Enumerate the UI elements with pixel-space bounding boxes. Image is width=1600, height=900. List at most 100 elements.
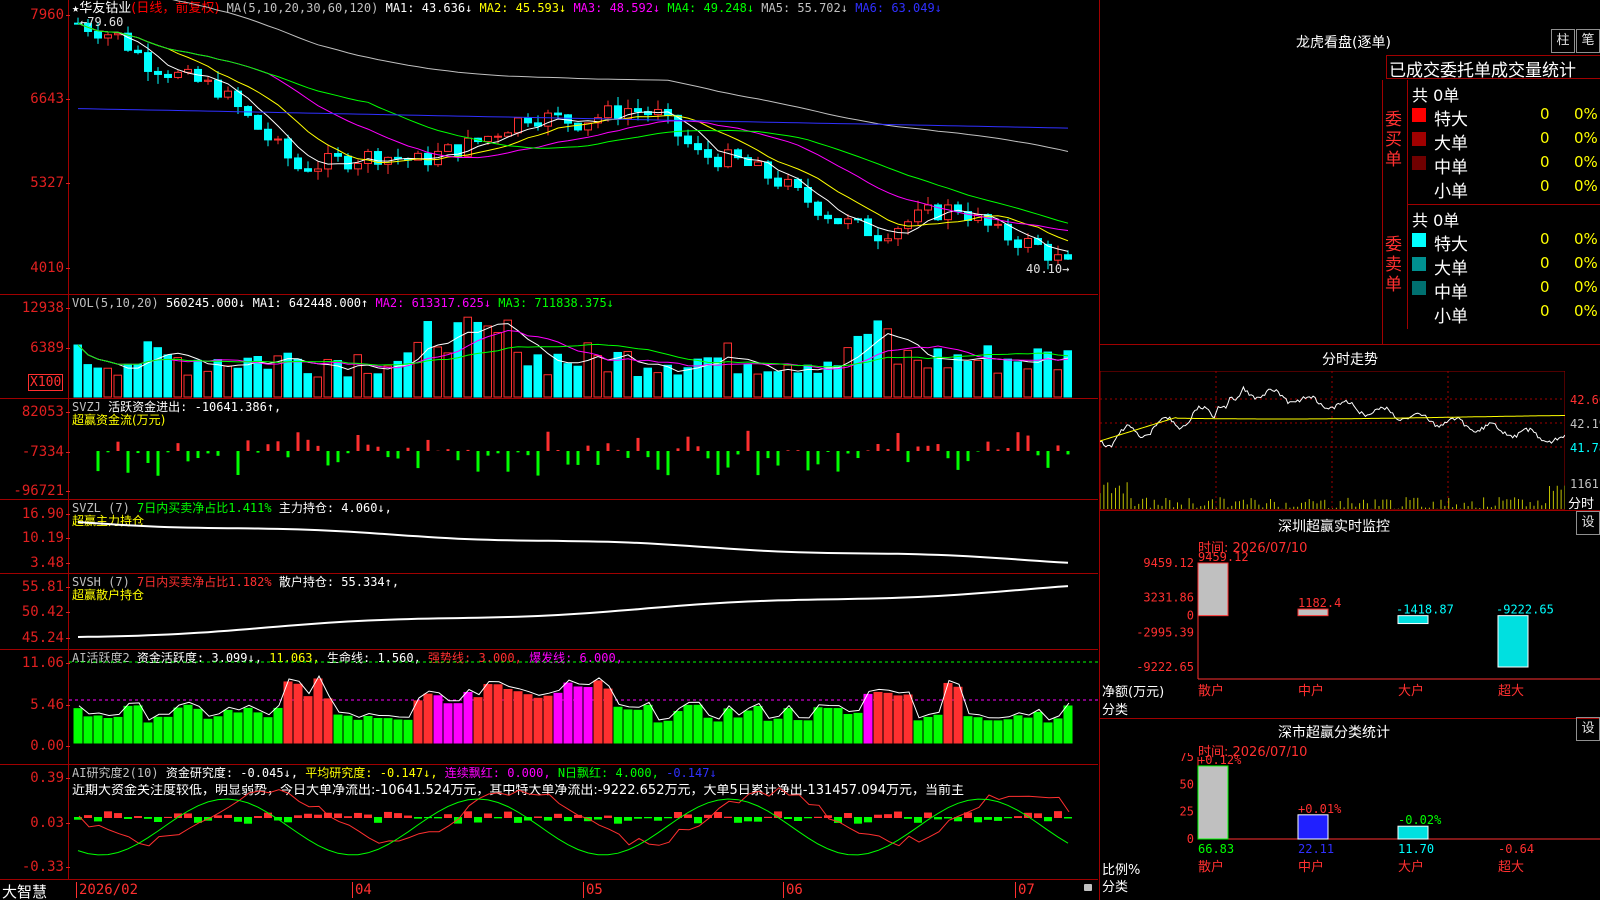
volume-bar	[733, 373, 742, 398]
intraday-panel[interactable]: 分时走势 42.60 42.19 41.78 1161 分时	[1099, 345, 1600, 512]
fund-flow-bar	[286, 451, 290, 458]
research-bar	[84, 815, 92, 818]
candlestick-chart	[74, 0, 1072, 270]
tick-mode-button[interactable]: 笔	[1576, 29, 1600, 53]
svzl-pane[interactable]: 16.90 10.19 3.48 SVZL (7) 7日内买卖净占比1.411%…	[0, 500, 1098, 574]
fund-flow-bar	[356, 434, 360, 451]
activity-bar	[383, 718, 393, 744]
sell-row-percent: 0%	[1574, 254, 1598, 272]
candle-body	[614, 105, 622, 120]
longhu-tabs[interactable]: 已成交委托单成交量统计	[1386, 55, 1600, 79]
fund-flow-bar	[516, 451, 520, 453]
stat-category: 超大	[1498, 860, 1524, 875]
research-bar	[994, 817, 1002, 821]
svsh-pane[interactable]: 55.81 50.42 45.24 SVSH (7) 7日内买卖净占比1.182…	[0, 574, 1098, 650]
ai-research-pane[interactable]: 0.39 0.03 -0.33 AI研究度2(10) 资金研究度: -0.045…	[0, 765, 1098, 880]
sell-row-swatch	[1412, 257, 1426, 271]
research-bar	[644, 817, 652, 819]
activity-bar	[493, 684, 503, 744]
activity-bar	[193, 708, 203, 744]
date-label: 05	[583, 882, 603, 898]
ai-research-tick: -0.33	[21, 859, 71, 875]
candle-body	[514, 117, 522, 134]
activity-bar	[683, 704, 693, 744]
svzj-pane[interactable]: 82053 -7334 -96721 SVZJ 活跃资金进出: -10641.3…	[0, 399, 1098, 500]
research-bar	[1044, 817, 1052, 822]
volume-unit: X100	[28, 374, 64, 391]
price-pane[interactable]: 7960 6643 5327 4010 ★华友钴业(日线，前复权) MA(5,1…	[0, 0, 1098, 295]
ai-activity-tick: 11.06	[21, 655, 71, 671]
volume-bar	[383, 365, 392, 398]
research-bar	[744, 817, 752, 822]
stat-value: 22.11	[1298, 842, 1334, 856]
fund-flow-bar	[716, 451, 720, 475]
fund-flow-bar	[706, 451, 710, 459]
volume-bar	[1013, 361, 1022, 398]
volume-bar	[93, 367, 102, 398]
fund-flow-bar	[656, 451, 660, 470]
stat-change-label: -0.02%	[1398, 813, 1442, 827]
fund-flow-bar	[976, 451, 980, 452]
candle-body	[294, 157, 302, 170]
fund-flow-bar	[886, 449, 890, 451]
research-bar	[664, 817, 672, 819]
candle-body	[484, 135, 492, 143]
volume-pane[interactable]: 12938 6389 X100 VOL(5,10,20) 560245.000↓…	[0, 295, 1098, 399]
buy-row-swatch	[1412, 108, 1426, 122]
research-bar	[354, 812, 362, 818]
fund-flow-bar	[956, 451, 960, 470]
research-bar	[1004, 817, 1012, 819]
lock-icon[interactable]	[1084, 884, 1092, 891]
fund-flow-bar	[506, 451, 510, 472]
activity-bar	[953, 686, 963, 744]
fund-flow-bar	[146, 451, 150, 463]
monitor-tick: -2995.39	[1136, 625, 1194, 639]
monitor-bar	[1397, 615, 1429, 625]
research-bar	[104, 811, 112, 818]
volume-bar	[763, 371, 772, 398]
volume-tick: 12938	[21, 300, 71, 316]
volume-bar	[833, 365, 842, 398]
fund-flow-bar	[636, 437, 640, 451]
bar-mode-button[interactable]: 柱	[1551, 29, 1575, 53]
volume-bar	[643, 367, 652, 398]
ma-line-30	[77, 22, 1069, 224]
fund-flow-bar	[526, 451, 530, 456]
fund-flow-bar	[556, 450, 560, 451]
fund-flow-bar	[916, 446, 920, 451]
fund-flow-bar	[696, 446, 700, 451]
sz-stat-settings-button[interactable]: 设	[1576, 717, 1600, 741]
research-bar	[394, 813, 402, 818]
volume-bar	[583, 342, 592, 398]
fund-flow-bar	[466, 449, 470, 451]
research-bar	[594, 817, 602, 820]
research-bar	[724, 816, 732, 818]
research-bar	[904, 817, 912, 819]
intraday-tick: 42.19	[1570, 417, 1600, 431]
volume-bar	[933, 348, 942, 398]
buy-row-percent: 0%	[1574, 153, 1598, 171]
sz-monitor-settings-button[interactable]: 设	[1576, 511, 1600, 535]
candle-body	[694, 143, 702, 151]
research-bar	[474, 817, 482, 823]
ma-line-120	[77, 108, 1069, 129]
fund-flow-bar	[486, 451, 490, 456]
research-bar	[334, 813, 342, 818]
sell-row-percent: 0%	[1574, 230, 1598, 248]
candle-body	[824, 214, 832, 220]
stat-category: 中户	[1298, 859, 1324, 875]
activity-bar	[553, 692, 563, 744]
fund-flow-bar	[596, 451, 600, 465]
fund-flow-bar	[966, 451, 970, 462]
research-bar	[164, 816, 172, 818]
activity-bar	[263, 717, 273, 744]
volume-bar	[413, 341, 422, 398]
ai-activity-pane[interactable]: 11.06 5.46 0.00 AI活跃度2 资金活跃度: 3.099↓, 11…	[0, 650, 1098, 765]
activity-bar	[1013, 715, 1023, 744]
svzj-tick: -96721	[13, 483, 70, 499]
activity-bar	[1003, 719, 1013, 744]
monitor-bar	[1197, 562, 1229, 617]
fund-flow-bar	[896, 433, 900, 451]
longhu-title: 龙虎看盘(逐单)	[1296, 35, 1391, 51]
sell-side-label: 委卖单	[1385, 235, 1402, 295]
